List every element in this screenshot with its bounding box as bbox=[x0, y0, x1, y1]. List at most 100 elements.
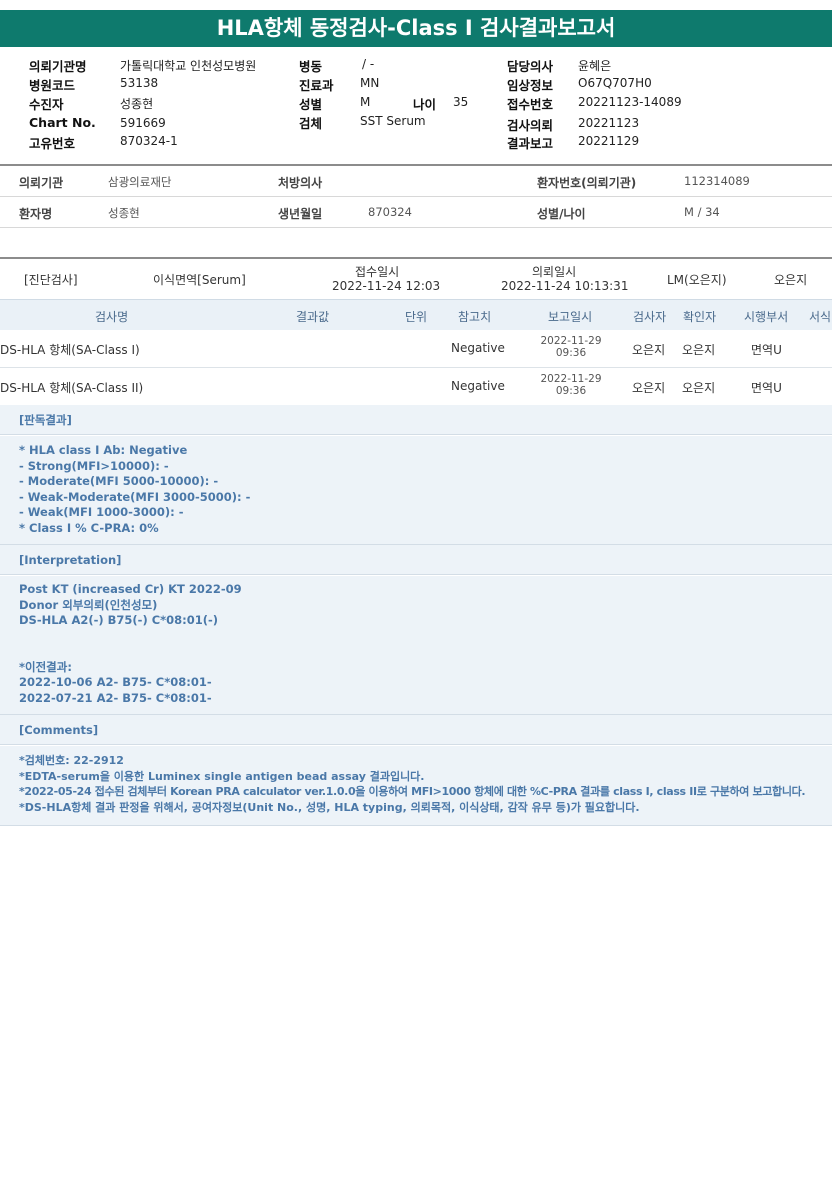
header-value: O67Q707H0 bbox=[578, 76, 652, 90]
patient-info-row: 환자명 성종현 생년월일 870324 성별/나이 M / 34 bbox=[0, 197, 832, 228]
patient-name-value: 성종현 bbox=[108, 206, 140, 220]
dob-label: 생년월일 bbox=[278, 207, 323, 221]
header-value: SST Serum bbox=[360, 114, 426, 128]
test-name: DS-HLA 항체(SA-Class II) bbox=[0, 381, 144, 395]
patient-id-value: 112314089 bbox=[684, 174, 750, 188]
header-label: 접수번호 bbox=[507, 97, 554, 112]
judgement-line: - Moderate(MFI 5000-10000): - bbox=[19, 474, 219, 488]
header-label: 의뢰기관명 bbox=[29, 59, 87, 74]
reference-value: Negative bbox=[451, 379, 505, 393]
table-row[interactable]: DS-HLA 항체(SA-Class I) Negative 2022-11-2… bbox=[0, 330, 832, 368]
header-label: 결과보고 bbox=[507, 136, 554, 151]
checker-value: 오은지 bbox=[682, 381, 716, 395]
patient-id-label: 환자번호(의뢰기관) bbox=[537, 176, 637, 190]
doctor-label: 처방의사 bbox=[278, 176, 323, 190]
interpretation-line: Donor 외부의뢰(인천성모) bbox=[19, 597, 158, 612]
header-value: 20221123 bbox=[578, 116, 640, 130]
patient-info: 의뢰기관 삼광의료재단 처방의사 환자번호(의뢰기관) 112314089 환자… bbox=[0, 166, 832, 228]
judgement-line: * Class I % C-PRA: 0% bbox=[19, 520, 159, 535]
checker-value: 오은지 bbox=[682, 343, 716, 357]
interpretation-section-title: [Interpretation] bbox=[0, 545, 832, 575]
org-value: 삼광의료재단 bbox=[108, 175, 172, 189]
table-row[interactable]: DS-HLA 항체(SA-Class II) Negative 2022-11-… bbox=[0, 368, 832, 406]
header-value: 가톨릭대학교 인천성모병원 bbox=[120, 59, 257, 73]
interpretation-line: DS-HLA A2(-) B75(-) C*08:01(-) bbox=[19, 613, 219, 627]
header-label: 진료과 bbox=[299, 78, 334, 93]
interpretation-section-body: Post KT (increased Cr) KT 2022-09 Donor … bbox=[0, 576, 832, 715]
interpretation-line: 2022-10-06 A2- B75- C*08:01- bbox=[19, 675, 212, 689]
tester-value: 오은지 bbox=[632, 381, 666, 395]
header-label: 병동 bbox=[299, 59, 323, 74]
header-label: 임상정보 bbox=[507, 78, 554, 93]
report-header: 의뢰기관명 가톨릭대학교 인천성모병원 병원코드 53138 수진자 성종현 C… bbox=[0, 48, 832, 164]
header-value: 870324-1 bbox=[120, 134, 178, 148]
header-label: 성별 bbox=[299, 97, 323, 112]
header-label: 검사의뢰 bbox=[507, 118, 554, 133]
header-value: 20221129 bbox=[578, 134, 640, 148]
report-title: HLA항체 동정검사-Class I 검사결과보고서 bbox=[0, 10, 832, 47]
diagnosis-label: [진단검사] bbox=[24, 273, 78, 287]
column-header: 결과값 bbox=[296, 310, 330, 324]
column-header: 검사자 bbox=[633, 310, 667, 324]
interpretation-line: Post KT (increased Cr) KT 2022-09 bbox=[19, 582, 242, 596]
column-header: 검사명 bbox=[95, 310, 129, 324]
header-value: 53138 bbox=[120, 76, 159, 90]
requested-value: 2022-11-24 10:13:31 bbox=[501, 279, 629, 293]
received-value: 2022-11-24 12:03 bbox=[332, 279, 441, 293]
dob-value: 870324 bbox=[368, 205, 412, 219]
report-time: 09:36 bbox=[555, 385, 587, 397]
header-label: 수진자 bbox=[29, 97, 64, 112]
column-header: 시행부서 bbox=[744, 310, 789, 324]
report-date: 2022-11-29 bbox=[540, 335, 602, 347]
tech-value: 오은지 bbox=[774, 273, 808, 287]
judgement-line: - Weak(MFI 1000-3000): - bbox=[19, 505, 184, 519]
header-value: 591669 bbox=[120, 116, 166, 130]
header-label: 병원코드 bbox=[29, 78, 76, 93]
sex-age-value: M / 34 bbox=[684, 205, 720, 219]
diagnosis-dept: 이식면역[Serum] bbox=[153, 273, 246, 287]
dept-value: 면역U bbox=[751, 343, 782, 357]
received-label: 접수일시 bbox=[355, 265, 400, 279]
comment-line: *DS-HLA항체 결과 판정을 위해서, 공여자정보(Unit No., 성명… bbox=[19, 800, 640, 814]
comment-line: *검체번호: 22-2912 bbox=[19, 754, 124, 767]
column-header: 단위 bbox=[405, 310, 428, 324]
lm-value: LM(오은지) bbox=[667, 273, 727, 287]
column-header: 서식 bbox=[809, 310, 832, 324]
diagnosis-bar: [진단검사] 이식면역[Serum] 접수일시 2022-11-24 12:03… bbox=[0, 259, 832, 299]
report-datetime: 2022-11-29 09:36 bbox=[539, 373, 603, 397]
header-value: / - bbox=[362, 57, 375, 71]
header-label: 담당의사 bbox=[507, 59, 554, 74]
comment-line: *2022-05-24 접수된 검체부터 Korean PRA calculat… bbox=[19, 785, 806, 798]
header-label: 고유번호 bbox=[29, 136, 76, 151]
sex-age-label: 성별/나이 bbox=[537, 207, 586, 221]
comments-section-body: *검체번호: 22-2912 *EDTA-serum을 이용한 Luminex … bbox=[0, 746, 832, 826]
judgement-line: - Strong(MFI>10000): - bbox=[19, 458, 169, 473]
header-value: 윤혜은 bbox=[578, 59, 612, 73]
interpretation-line: 2022-07-21 A2- B75- C*08:01- bbox=[19, 690, 212, 705]
column-header: 확인자 bbox=[683, 310, 717, 324]
interpretation-line: *이전결과: bbox=[19, 659, 72, 674]
header-value: 20221123-14089 bbox=[578, 95, 682, 109]
reference-value: Negative bbox=[451, 341, 505, 355]
column-header: 보고일시 bbox=[548, 310, 593, 324]
comments-section-title: [Comments] bbox=[0, 715, 832, 745]
judgement-section-title: [판독결과] bbox=[0, 405, 832, 435]
org-label: 의뢰기관 bbox=[19, 176, 64, 190]
dept-value: 면역U bbox=[751, 381, 782, 395]
judgement-line: * HLA class I Ab: Negative bbox=[19, 443, 188, 457]
patient-info-row: 의뢰기관 삼광의료재단 처방의사 환자번호(의뢰기관) 112314089 bbox=[0, 166, 832, 197]
test-name: DS-HLA 항체(SA-Class I) bbox=[0, 343, 140, 357]
header-value: M bbox=[360, 95, 371, 109]
column-header: 참고치 bbox=[458, 310, 492, 324]
header-label: Chart No. bbox=[29, 115, 96, 130]
header-value: 성종현 bbox=[120, 97, 154, 111]
age-value: 35 bbox=[453, 95, 469, 109]
judgement-line: - Weak-Moderate(MFI 3000-5000): - bbox=[19, 489, 251, 504]
results-table-header: 검사명 결과값 단위 참고치 보고일시 검사자 확인자 시행부서 서식 bbox=[0, 299, 832, 331]
report-datetime: 2022-11-29 09:36 bbox=[539, 335, 603, 359]
report-time: 09:36 bbox=[555, 347, 587, 359]
header-value: MN bbox=[360, 76, 380, 90]
header-label: 검체 bbox=[299, 116, 323, 131]
report-date: 2022-11-29 bbox=[540, 373, 602, 385]
